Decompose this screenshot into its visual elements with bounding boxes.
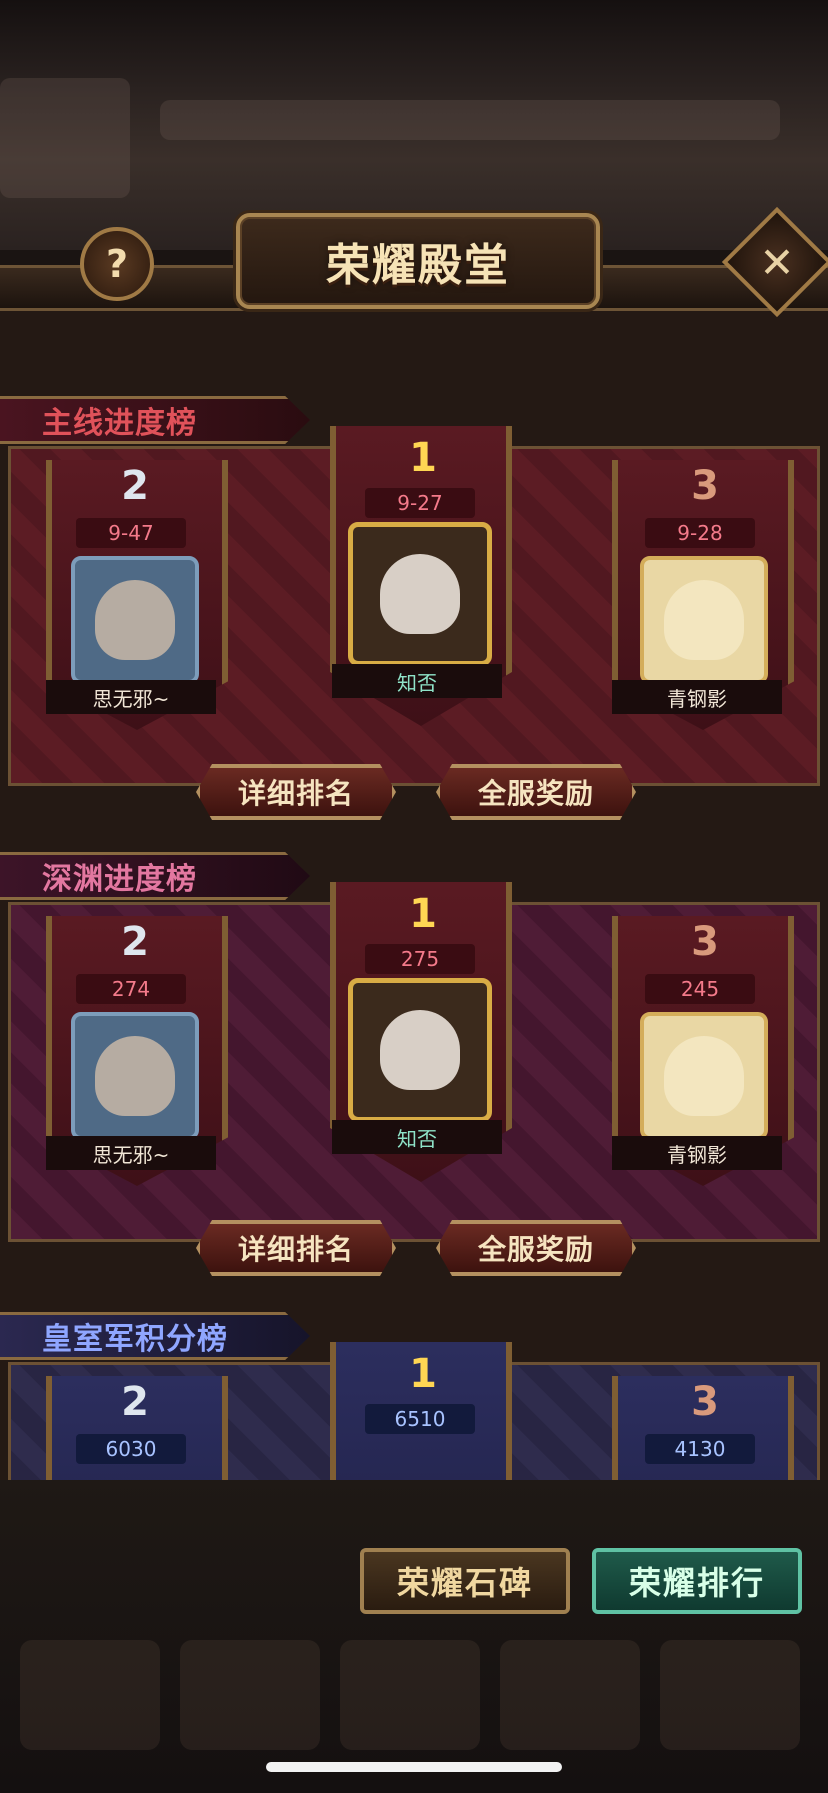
rank-1-avatar[interactable]: [348, 978, 492, 1122]
page-title: 荣耀殿堂: [326, 240, 510, 291]
section-tag: 皇室军积分榜: [0, 1312, 310, 1360]
glory-monument-button[interactable]: 荣耀石碑: [360, 1548, 570, 1614]
section-tag: 主线进度榜: [0, 396, 310, 444]
main-progress-leaderboard: 主线进度榜 2 9-47 思无邪~ 1 9-27 知否 3 9-28 青钢影 详…: [0, 396, 828, 820]
detail-ranking-button[interactable]: 详细排名: [196, 764, 396, 820]
rank-3-name: 青钢影: [612, 1136, 782, 1170]
blurred-nav-item: [180, 1640, 320, 1750]
rank-1-avatar[interactable]: [348, 522, 492, 666]
rank-1-medal-icon: 1: [409, 435, 437, 481]
rank-3-score: 9-28: [645, 518, 755, 548]
rank-2-medal-icon: 2: [121, 1379, 149, 1425]
rank-2-name: 思无邪~: [46, 1136, 216, 1170]
blurred-avatar: [0, 78, 130, 198]
rank-2-score: 9-47: [76, 518, 186, 548]
rank-3-score: 4130: [645, 1434, 755, 1464]
section-title: 主线进度榜: [42, 406, 197, 441]
rank-2-avatar[interactable]: [71, 1012, 199, 1140]
rank-2-name: 思无邪~: [46, 680, 216, 714]
rank-3-avatar[interactable]: [640, 1012, 768, 1140]
rank-2-score: 274: [76, 974, 186, 1004]
detail-ranking-button[interactable]: 详细排名: [196, 1220, 396, 1276]
section-tag: 深渊进度榜: [0, 852, 310, 900]
rank-3-score: 245: [645, 974, 755, 1004]
rank-3-name: 青钢影: [612, 680, 782, 714]
question-icon: ?: [105, 242, 129, 286]
rank-2-avatar[interactable]: [71, 556, 199, 684]
home-indicator: [266, 1762, 562, 1772]
rank-2-medal-icon: 2: [121, 463, 149, 509]
blurred-nav-item: [20, 1640, 160, 1750]
rank-3-medal-icon: 3: [691, 1379, 719, 1425]
rank-1-score: 275: [365, 944, 475, 974]
server-reward-button[interactable]: 全服奖励: [436, 764, 636, 820]
glory-ranking-button[interactable]: 荣耀排行: [592, 1548, 802, 1614]
section-title: 深渊进度榜: [42, 862, 197, 897]
section-title: 皇室军积分榜: [42, 1322, 228, 1357]
title-plate: 荣耀殿堂: [236, 213, 600, 309]
abyss-progress-leaderboard: 深渊进度榜 2 274 思无邪~ 1 275 知否 3 245 青钢影 详细排名…: [0, 852, 828, 1276]
rank-1-medal-icon: 1: [409, 891, 437, 937]
rank-1-score: 6510: [365, 1404, 475, 1434]
rank-3-medal-icon: 3: [691, 919, 719, 965]
help-button[interactable]: ?: [80, 227, 154, 301]
blurred-resource-bar: [160, 100, 780, 140]
rank-3-avatar[interactable]: [640, 556, 768, 684]
rank-1-name: 知否: [332, 1120, 502, 1154]
rank-1-medal-icon: 1: [409, 1351, 437, 1397]
close-icon: ✕: [759, 237, 795, 287]
blurred-nav-item: [660, 1640, 800, 1750]
rank-2-medal-icon: 2: [121, 919, 149, 965]
blurred-nav-item: [500, 1640, 640, 1750]
rank-1-name: 知否: [332, 664, 502, 698]
blurred-nav-item: [340, 1640, 480, 1750]
rank-3-medal-icon: 3: [691, 463, 719, 509]
hall-of-glory-header: ? 荣耀殿堂 ✕: [0, 195, 828, 318]
rank-2-score: 6030: [76, 1434, 186, 1464]
rank-1-score: 9-27: [365, 488, 475, 518]
royal-army-score-leaderboard: 皇室军积分榜 2 6030 1 6510 3 4130: [0, 1312, 828, 1482]
server-reward-button[interactable]: 全服奖励: [436, 1220, 636, 1276]
